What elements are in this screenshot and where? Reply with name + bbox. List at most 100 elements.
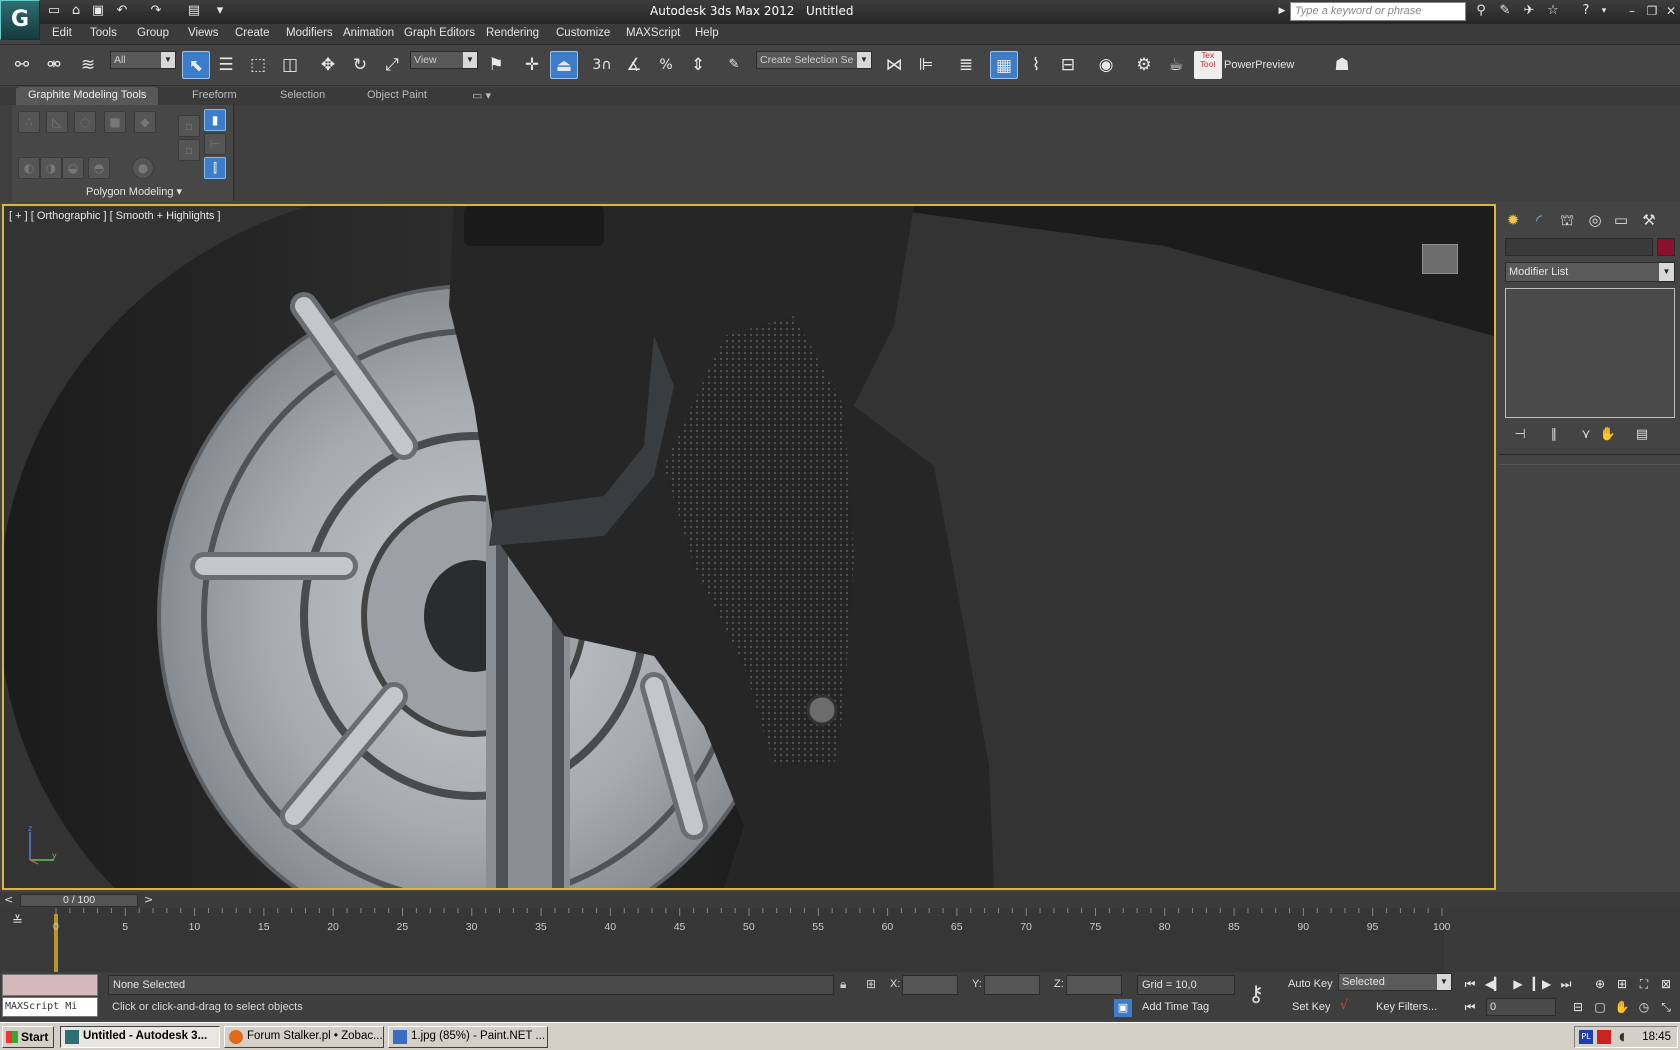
menu-modifiers[interactable]: Modifiers [286, 27, 333, 39]
object-name-field[interactable] [1505, 238, 1653, 256]
help-dropdown-icon[interactable]: ▾ [1596, 3, 1612, 19]
time-slider-next[interactable]: > [144, 893, 153, 906]
configure-modifier-sets-icon[interactable]: ▤ [1631, 425, 1653, 445]
use-soft-selection-icon[interactable]: ◑ [40, 157, 62, 179]
unlink-icon[interactable]: ⚮ [40, 51, 68, 79]
field-of-view-icon[interactable]: ▢ [1590, 997, 1610, 1017]
power-preview-button[interactable]: PowerPreview [1224, 59, 1294, 71]
maxscript-listener-field[interactable] [2, 974, 98, 996]
previous-frame-icon[interactable]: ◀▎ [1484, 974, 1504, 994]
ribbon-options-icon[interactable]: ▭ ▾ [460, 87, 503, 105]
reference-coordinate-combo[interactable]: View ▼ [410, 51, 478, 69]
layer-manager-icon[interactable]: ≣ [952, 51, 980, 79]
favorites-icon[interactable]: ☆ [1545, 3, 1561, 19]
time-tag-icon[interactable]: ▣ [1114, 999, 1132, 1017]
vertex-icon[interactable]: ∴ [18, 111, 40, 133]
display-tab-icon[interactable]: ▭ [1609, 208, 1633, 232]
menu-graph-editors[interactable]: Graph Editors [404, 27, 475, 39]
render-setup-icon[interactable]: ⚙ [1130, 51, 1158, 79]
bind-space-warp-icon[interactable]: ≋ [74, 51, 102, 79]
textool-icon[interactable]: Tex Tool [1194, 51, 1222, 79]
chevron-down-icon[interactable]: ▾ [212, 3, 228, 19]
binoculars-icon[interactable]: ⚲ [1473, 3, 1489, 19]
modifier-stack[interactable] [1505, 288, 1675, 418]
previous-modifier-icon[interactable]: ▫ [178, 115, 200, 137]
set-key-filter-icon[interactable]: ⚷ [1248, 982, 1264, 1007]
move-icon[interactable]: ✥ [314, 51, 342, 79]
undo-icon[interactable]: ↶ [114, 3, 130, 19]
modify-mode-icon[interactable]: ◐ [18, 157, 40, 179]
tab-freeform[interactable]: Freeform [180, 87, 249, 105]
zoom-icon[interactable]: ⊕ [1590, 974, 1610, 994]
time-slider-prev[interactable]: < [4, 893, 13, 906]
window-crossing-icon[interactable]: ◫ [276, 51, 304, 79]
element-icon[interactable]: ◆ [134, 111, 156, 133]
track-bar-area[interactable]: 0 5 10 15 20 25 30 35 40 45 50 55 60 65 70 75 80 85 90 95 10… [53, 908, 1451, 972]
time-configuration-icon[interactable]: ⊟ [1568, 997, 1588, 1017]
start-button[interactable]: Start [2, 1026, 54, 1048]
material-editor-icon[interactable]: ◉ [1092, 51, 1120, 79]
key-mode-combo[interactable]: Selected ▼ [1338, 973, 1452, 991]
curve-editor-icon[interactable]: ⌇ [1022, 51, 1050, 79]
utilities-tab-icon[interactable]: ⚒ [1637, 208, 1661, 232]
key-filters-button[interactable]: Key Filters... [1376, 1001, 1437, 1013]
go-to-start-icon[interactable]: ⏮ [1460, 974, 1480, 994]
select-by-name-icon[interactable]: ☰ [212, 51, 240, 79]
zoom-extents-all-icon[interactable]: ⊠ [1656, 974, 1676, 994]
lock-selection-icon[interactable]: 🔒︎ [840, 977, 846, 992]
project-folder-icon[interactable]: ▤ [186, 3, 202, 19]
hierarchy-tab-icon[interactable]: ⛫ [1555, 208, 1579, 232]
graphite-toggle-button[interactable]: ▦ [990, 51, 1018, 79]
tab-graphite-modeling-tools[interactable]: Graphite Modeling Tools [16, 87, 159, 105]
key-mode-toggle-icon[interactable]: ⏮ [1460, 997, 1480, 1017]
menu-group[interactable]: Group [137, 27, 169, 39]
menu-create[interactable]: Create [235, 27, 270, 39]
scale-icon[interactable]: ⤢ [378, 51, 406, 79]
zoom-extents-icon[interactable]: ⛶ [1634, 974, 1654, 994]
snap-toggle-icon[interactable]: 3∩ [588, 51, 616, 79]
save-icon[interactable]: ▣ [90, 3, 106, 19]
z-coordinate-field[interactable] [1066, 975, 1122, 995]
select-and-manipulate-icon[interactable]: ✛ [518, 51, 546, 79]
remove-modifier-icon[interactable]: ✋ [1597, 425, 1619, 445]
next-modifier-icon[interactable]: ▫ [178, 139, 200, 161]
redo-icon[interactable]: ↷ [148, 3, 164, 19]
tab-selection[interactable]: Selection [268, 87, 337, 105]
link-icon[interactable]: ⚯ [8, 51, 36, 79]
pin-stack-icon[interactable]: ⊢ [204, 133, 226, 155]
tab-object-paint[interactable]: Object Paint [355, 87, 439, 105]
modify-tab-icon[interactable]: ◜ [1527, 208, 1551, 232]
maximize-viewport-icon[interactable]: ⤡ [1656, 997, 1676, 1017]
teapot-render-icon[interactable]: ☗ [1328, 51, 1356, 79]
border-icon[interactable]: ◌ [74, 111, 96, 133]
application-menu-button[interactable]: G [0, 0, 40, 40]
viewcube[interactable] [1422, 244, 1458, 274]
mini-curve-editor-icon[interactable]: ≚ [12, 914, 23, 929]
menu-edit[interactable]: Edit [52, 27, 72, 39]
open-file-icon[interactable]: ⌂ [68, 3, 84, 19]
menu-customize[interactable]: Customize [556, 27, 610, 39]
keyboard-shortcut-override-button[interactable]: ⏏ [550, 51, 578, 79]
object-color-swatch[interactable] [1657, 238, 1675, 256]
key-curve-icon[interactable]: √ [1340, 998, 1348, 1013]
language-indicator[interactable]: PL [1579, 1030, 1593, 1044]
track-bar[interactable]: ≚ 0 5 10 15 20 25 30 35 40 45 50 55 60 65 70 75 80 85 90 95… [0, 908, 1680, 972]
orbit-icon[interactable]: ◷ [1634, 997, 1654, 1017]
play-icon[interactable]: ▶ [1508, 974, 1528, 994]
percent-snap-icon[interactable]: % [652, 51, 680, 79]
next-frame-icon[interactable]: ▎▶ [1532, 974, 1552, 994]
menu-maxscript[interactable]: MAXScript [626, 27, 680, 39]
restore-icon[interactable]: ❐ [1644, 3, 1660, 19]
current-frame-field[interactable]: 0 [1486, 998, 1556, 1016]
ribbon-group-label[interactable]: Polygon Modeling ▾ [86, 185, 182, 198]
edit-named-selection-icon[interactable]: ✎ [720, 51, 748, 79]
maxscript-mini-listener[interactable]: MAXScript Mi [2, 997, 98, 1017]
polygon-icon[interactable]: ■ [104, 111, 126, 133]
make-unique-icon[interactable]: ⋎ [1575, 425, 1597, 445]
menu-help[interactable]: Help [695, 27, 719, 39]
show-end-result-icon[interactable]: ▮ [204, 109, 226, 131]
rectangle-selection-icon[interactable]: ⬚ [244, 51, 272, 79]
communication-icon[interactable]: ✈ [1521, 3, 1537, 19]
menu-animation[interactable]: Animation [343, 27, 394, 39]
new-file-icon[interactable]: ▭ [46, 3, 62, 19]
